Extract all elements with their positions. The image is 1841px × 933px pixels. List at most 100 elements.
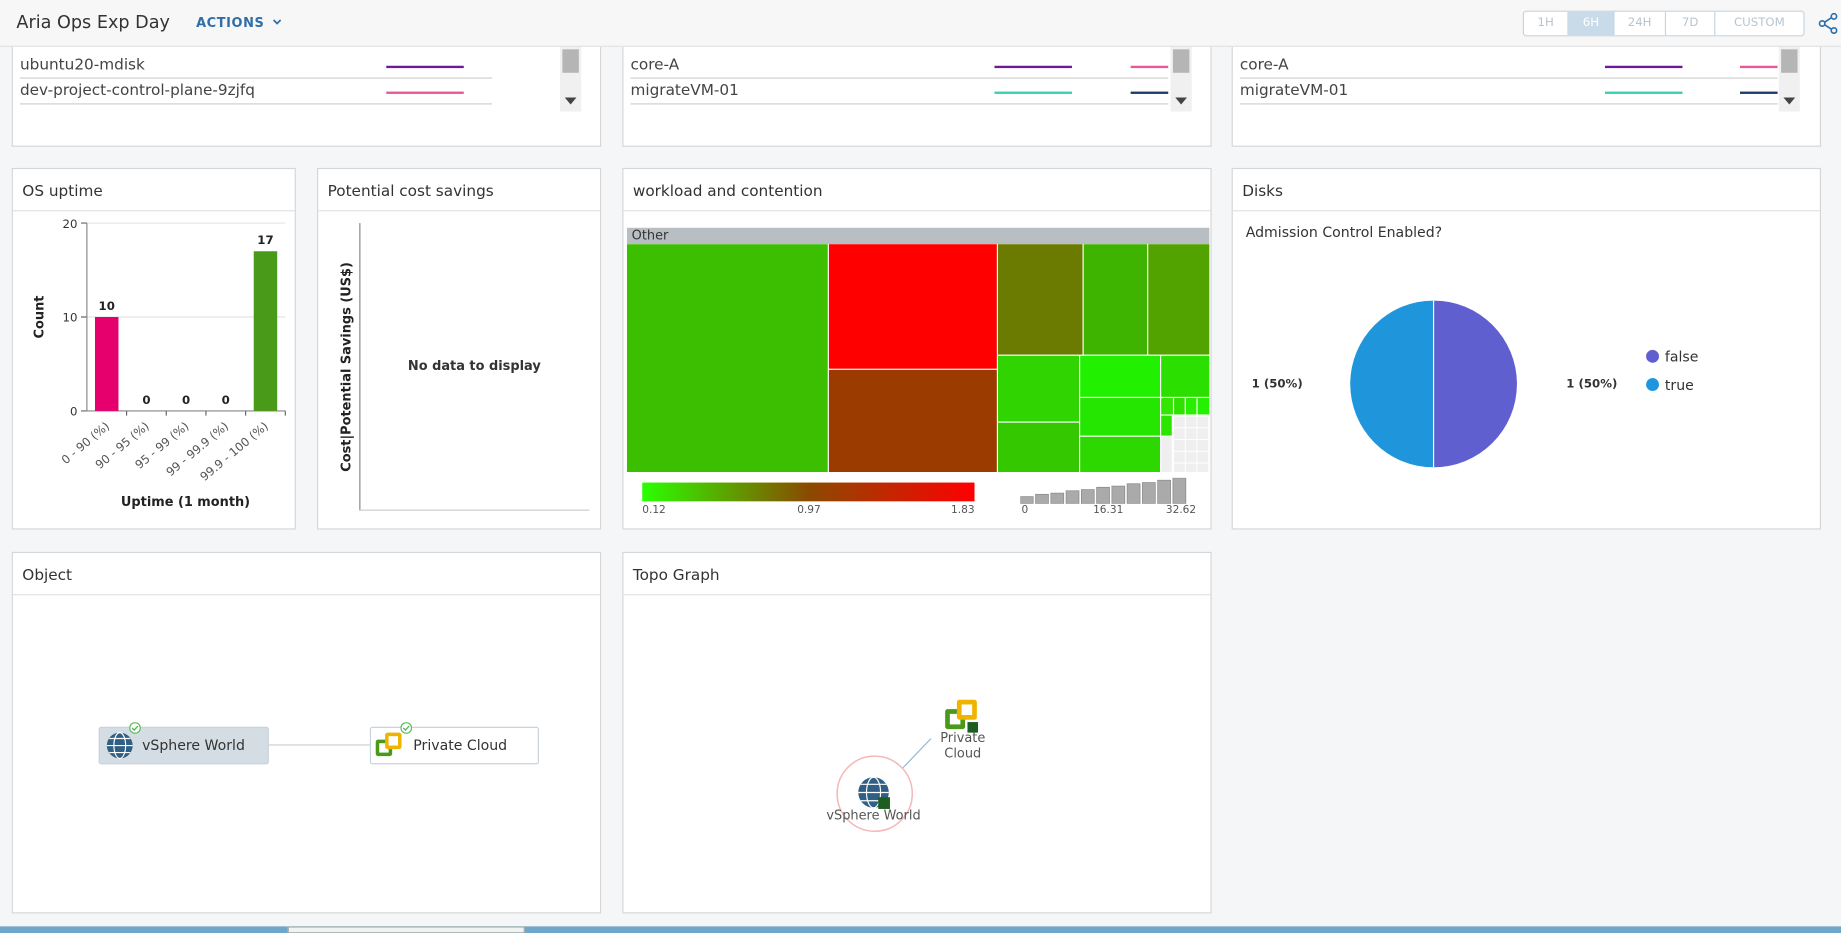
list-item[interactable]: migrateVM-01: [1239, 80, 1778, 105]
topo-node-private-cloud[interactable]: [944, 699, 979, 734]
scroll-down-icon[interactable]: [564, 97, 577, 105]
color-scale-mid: 0.97: [797, 504, 821, 517]
series-line: [994, 91, 1072, 94]
series-line: [1604, 91, 1683, 94]
legend-item-false[interactable]: false: [1646, 349, 1698, 365]
treemap-cell[interactable]: [1185, 398, 1197, 415]
list-item[interactable]: core-A: [630, 54, 1169, 79]
pie-label-true: 1 (50%): [1251, 378, 1303, 391]
data-label: 17: [257, 233, 273, 247]
data-label: 0: [182, 393, 190, 407]
scrollbar[interactable]: [560, 46, 582, 112]
top-panel-1: ubuntu20-mdisk dev-project-control-plane…: [11, 46, 602, 147]
topo-node-vsphere-world[interactable]: [857, 776, 892, 811]
treemap-cell[interactable]: [1174, 398, 1185, 415]
range-6h-button[interactable]: 6H: [1568, 11, 1615, 36]
treemap-cell[interactable]: [1080, 398, 1161, 436]
y-tick-label: 20: [63, 217, 78, 231]
list-item[interactable]: ubuntu20-mdisk: [19, 54, 492, 79]
actions-label: ACTIONS: [196, 15, 265, 31]
legend-item-true[interactable]: true: [1646, 377, 1694, 393]
cost-savings-panel: Potential cost savings Cost|Potential Sa…: [317, 167, 602, 530]
range-7d-button[interactable]: 7D: [1666, 11, 1716, 36]
treemap-cell[interactable]: [1083, 244, 1148, 355]
size-scale-mid: 16.31: [1093, 504, 1124, 517]
object-node-vsphere-world[interactable]: vSphere World: [98, 722, 269, 765]
size-scale-bars: [1020, 477, 1187, 504]
pie-label-false: 1 (50%): [1566, 378, 1618, 391]
panel-title: OS uptime: [12, 169, 295, 212]
os-uptime-panel: OS uptime 0 10 20 10 0 - 90 (%) 0 90 - 95 (%) 0…: [11, 167, 296, 530]
private-cloud-icon: [945, 699, 979, 733]
range-custom-button[interactable]: CUSTOM: [1715, 12, 1803, 35]
treemap-cell[interactable]: [997, 355, 1079, 422]
list-item[interactable]: migrateVM-01: [630, 80, 1169, 105]
topo-node-label: Private Cloud: [940, 730, 986, 761]
panel-title: Potential cost savings: [318, 169, 600, 212]
y-tick-label: 10: [63, 311, 78, 325]
legend-dot: [1646, 378, 1660, 391]
treemap-cell[interactable]: [1161, 415, 1172, 436]
series-line: [386, 91, 464, 94]
object-node-private-cloud[interactable]: Private Cloud: [369, 722, 539, 765]
treemap-cell[interactable]: [1161, 436, 1172, 472]
color-scale-bar: [642, 482, 975, 502]
private-cloud-icon: [375, 732, 402, 757]
panel-title: workload and contention: [623, 169, 1211, 212]
treemap-cell[interactable]: [828, 244, 997, 369]
pie-slice-true[interactable]: [1350, 300, 1434, 468]
data-label: 10: [99, 299, 115, 313]
range-24h-button[interactable]: 24H: [1614, 11, 1667, 36]
treemap-cell[interactable]: [997, 244, 1083, 355]
workload-panel: workload and contention Other 0.12 0.97 …: [622, 167, 1212, 530]
scrollbar[interactable]: [1778, 46, 1800, 112]
treemap-group-header: Other: [626, 227, 1210, 245]
data-label: 0: [142, 393, 150, 407]
bar[interactable]: [253, 251, 278, 411]
list-item[interactable]: core-A: [1239, 54, 1778, 79]
treemap-cell[interactable]: [1172, 415, 1210, 472]
legend-dot: [1646, 349, 1660, 363]
topo-edge: [836, 738, 932, 833]
treemap-cell[interactable]: [1080, 436, 1161, 472]
size-scale-max: 32.62: [1165, 504, 1197, 517]
scrollbar[interactable]: [1170, 46, 1192, 112]
treemap-cell[interactable]: [997, 422, 1079, 472]
pie-slice-false[interactable]: [1433, 300, 1517, 468]
bottom-tab-strip: [0, 926, 1841, 933]
treemap-cell[interactable]: [1148, 244, 1210, 355]
treemap-cell[interactable]: [1197, 398, 1210, 415]
top-panel-2: core-A migrateVM-01: [622, 46, 1212, 147]
pie-chart-title: Admission Control Enabled?: [1245, 224, 1443, 241]
node-label: Private Cloud: [413, 737, 508, 754]
treemap-cell[interactable]: [828, 369, 997, 472]
treemap-cell[interactable]: [1080, 355, 1161, 397]
treemap: [626, 244, 1210, 472]
object-panel: Object vSphere World Private Cloud: [11, 551, 602, 914]
range-1h-button[interactable]: 1H: [1524, 11, 1569, 36]
size-scale-min: 0: [1021, 504, 1029, 517]
treemap-group-label: Other: [631, 227, 669, 244]
list-item[interactable]: dev-project-control-plane-9zjfq: [19, 80, 492, 105]
bar[interactable]: [94, 317, 119, 411]
y-axis-label: Cost|Potential Savings (US$): [338, 262, 354, 472]
share-icon[interactable]: [1818, 12, 1839, 35]
series-line: [1130, 65, 1169, 69]
dashboard-tab[interactable]: [287, 926, 525, 933]
actions-menu-button[interactable]: ACTIONS: [196, 15, 281, 31]
chevron-down-icon: [272, 19, 281, 25]
series-line: [386, 65, 464, 69]
x-tick-label: 99.9 - 100 (%): [197, 419, 271, 484]
scroll-down-icon[interactable]: [1175, 97, 1188, 105]
dashboard-header: Aria Ops Exp Day ACTIONS 1H 6H 24H 7D CU…: [0, 0, 1841, 47]
y-axis-label: Count: [32, 296, 47, 339]
relationship-line: [268, 744, 370, 746]
os-uptime-chart: 01020100 - 90 (%)090 - 95 (%)095 - 99 (%…: [32, 217, 286, 510]
treemap-cell[interactable]: [1161, 398, 1173, 415]
treemap-cell[interactable]: [1161, 355, 1210, 397]
treemap-cell[interactable]: [626, 244, 828, 472]
series-line: [994, 65, 1072, 69]
color-scale-min: 0.12: [642, 504, 666, 517]
scroll-down-icon[interactable]: [1783, 97, 1796, 105]
pie-chart: [1350, 300, 1517, 468]
